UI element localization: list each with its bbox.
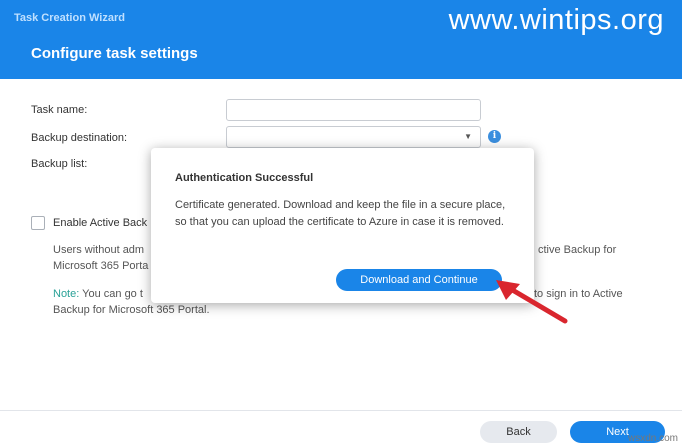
- dialog-title: Authentication Successful: [175, 172, 314, 184]
- back-button[interactable]: Back: [480, 421, 557, 443]
- page-title: Configure task settings: [31, 45, 198, 62]
- users-text-line1: Users without adm: [53, 244, 145, 256]
- note-prefix: Note:: [53, 288, 80, 300]
- chevron-down-icon: ▼: [464, 132, 472, 141]
- window-title: Task Creation Wizard: [14, 12, 125, 24]
- footer-divider: [0, 410, 682, 411]
- note-text-line2: Backup for Microsoft 365 Portal.: [53, 304, 210, 316]
- red-arrow-icon: [496, 280, 568, 324]
- note-text: You can go t: [82, 288, 143, 300]
- info-icon[interactable]: i: [488, 130, 501, 143]
- auth-success-dialog: Authentication Successful Certificate ge…: [151, 148, 534, 303]
- users-text-line2: Microsoft 365 Porta: [53, 260, 149, 272]
- task-name-label: Task name:: [31, 104, 88, 116]
- corner-watermark: wsxdn.com: [627, 433, 678, 444]
- watermark: www.wintips.org: [448, 4, 664, 36]
- backup-destination-label: Backup destination:: [31, 132, 128, 144]
- task-name-input[interactable]: [226, 99, 481, 121]
- users-text-line1-end: ctive Backup for: [538, 244, 617, 256]
- note-text-line1: Note: You can go t: [53, 288, 143, 300]
- backup-list-label: Backup list:: [31, 158, 88, 170]
- download-and-continue-button[interactable]: Download and Continue: [336, 269, 502, 291]
- wizard-header: Task Creation Wizard www.wintips.org Con…: [0, 0, 682, 79]
- enable-checkbox[interactable]: [31, 216, 45, 230]
- dialog-message: Certificate generated. Download and keep…: [175, 199, 506, 228]
- enable-checkbox-label: Enable Active Back: [53, 217, 148, 229]
- backup-destination-select[interactable]: ▼: [226, 126, 481, 148]
